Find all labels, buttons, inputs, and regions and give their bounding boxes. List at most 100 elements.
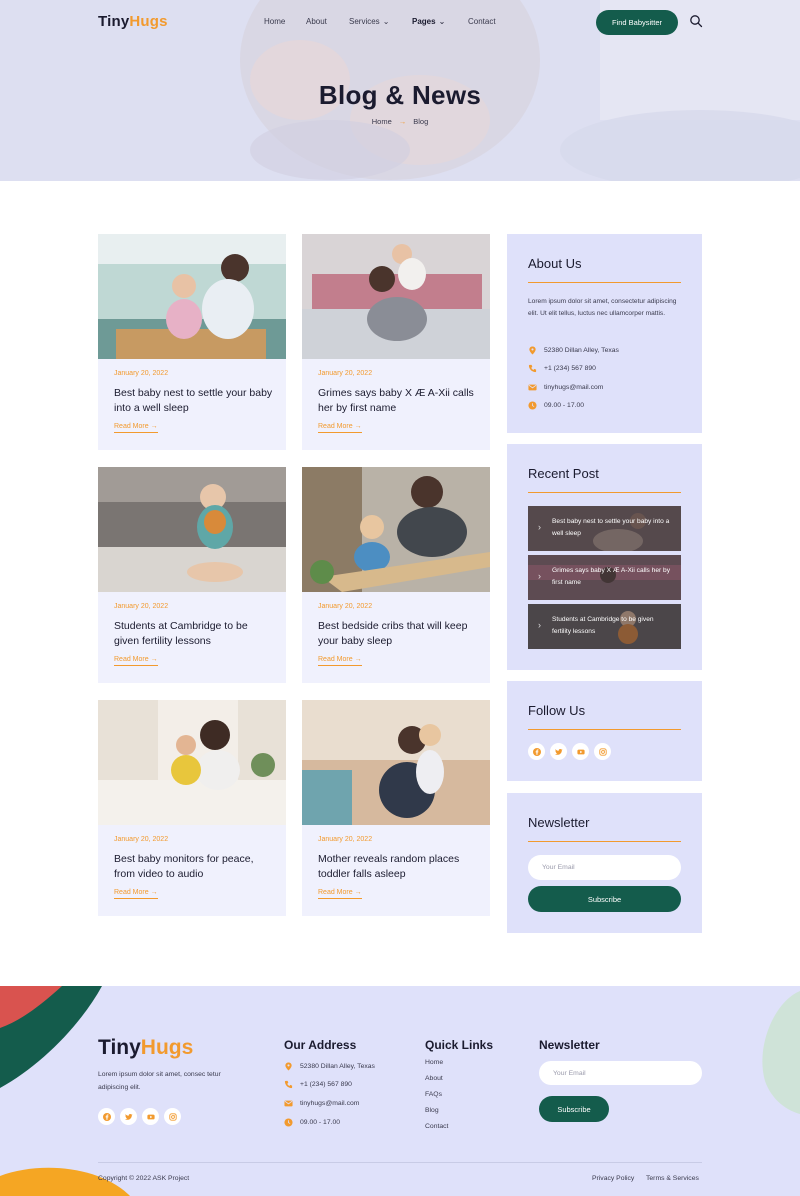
blog-card[interactable]: January 20, 2022 Mother reveals random p… bbox=[302, 700, 490, 916]
read-more-link[interactable]: Read More → bbox=[114, 423, 158, 433]
nav-item-home[interactable]: Home bbox=[264, 17, 285, 26]
address-text: 52380 Dillan Alley, Texas bbox=[544, 347, 619, 354]
nav-item-label: Contact bbox=[468, 17, 496, 26]
find-babysitter-button[interactable]: Find Babysitter bbox=[596, 10, 678, 35]
nav-item-label: Services bbox=[349, 17, 380, 26]
facebook-icon[interactable] bbox=[528, 743, 545, 760]
blog-card[interactable]: January 20, 2022 Best bedside cribs that… bbox=[302, 467, 490, 683]
read-more-link[interactable]: Read More → bbox=[318, 423, 362, 433]
newsletter-email-input[interactable] bbox=[528, 855, 681, 880]
footer-email-text: tinyhugs@mail.com bbox=[300, 1100, 360, 1107]
blog-card[interactable]: January 20, 2022 Best baby nest to settl… bbox=[98, 234, 286, 450]
read-more-link[interactable]: Read More → bbox=[318, 889, 362, 899]
twitter-icon[interactable] bbox=[550, 743, 567, 760]
footer-phone-row: +1 (234) 567 890 bbox=[284, 1080, 352, 1089]
recent-post-widget: Recent Post › Best baby nest to settle y… bbox=[507, 444, 702, 670]
post-title[interactable]: Best bedside cribs that will keep your b… bbox=[318, 619, 478, 649]
post-date: January 20, 2022 bbox=[318, 836, 373, 843]
twitter-icon[interactable] bbox=[120, 1108, 137, 1125]
instagram-icon[interactable] bbox=[164, 1108, 181, 1125]
recent-post-title: Best baby nest to settle your baby into … bbox=[552, 518, 670, 537]
post-date: January 20, 2022 bbox=[114, 836, 169, 843]
breadcrumb-home-link[interactable]: Home bbox=[372, 117, 392, 126]
nav-item-label: Home bbox=[264, 17, 286, 26]
phone-icon bbox=[284, 1080, 293, 1089]
address-row: 52380 Dillan Alley, Texas bbox=[528, 346, 619, 355]
recent-post-title: Grimes says baby X Æ A-Xii calls her by … bbox=[552, 567, 670, 586]
footer-address-text: 52380 Dillan Alley, Texas bbox=[300, 1063, 375, 1070]
widget-title: Newsletter bbox=[528, 815, 590, 830]
breadcrumb-arrow-icon: → bbox=[398, 117, 407, 126]
nav-item-services[interactable]: Services ⌄ bbox=[349, 17, 389, 26]
footer-quick-links-title: Quick Links bbox=[425, 1038, 494, 1052]
nav-item-about[interactable]: About bbox=[306, 17, 327, 26]
nav-item-contact[interactable]: Contact bbox=[468, 17, 496, 26]
footer-email-input[interactable] bbox=[539, 1061, 702, 1085]
phone-text: +1 (234) 567 890 bbox=[544, 365, 596, 372]
location-pin-icon bbox=[529, 346, 536, 355]
page-title: Blog & News bbox=[318, 80, 482, 110]
widget-divider bbox=[528, 282, 681, 283]
footer-logo-part1: Tiny bbox=[98, 1036, 141, 1059]
footer-link-faqs[interactable]: FAQs bbox=[425, 1091, 442, 1098]
brand-logo[interactable]: TinyHugs bbox=[98, 13, 168, 30]
privacy-policy-link[interactable]: Privacy Policy bbox=[592, 1175, 634, 1182]
footer-link-blog[interactable]: Blog bbox=[425, 1107, 439, 1114]
clock-icon bbox=[284, 1118, 293, 1127]
blog-card[interactable]: January 20, 2022 Students at Cambridge t… bbox=[98, 467, 286, 683]
recent-post-item[interactable]: › Students at Cambridge to be given fert… bbox=[528, 604, 681, 649]
blog-card-image bbox=[98, 700, 286, 825]
post-title[interactable]: Grimes says baby X Æ A-Xii calls her by … bbox=[318, 386, 478, 416]
blog-card-image bbox=[98, 234, 286, 359]
email-row: tinyhugs@mail.com bbox=[528, 383, 603, 392]
nav-item-pages[interactable]: Pages ⌄ bbox=[412, 17, 445, 26]
clock-icon bbox=[528, 401, 537, 410]
read-more-link[interactable]: Read More → bbox=[114, 656, 158, 666]
mail-icon bbox=[284, 1100, 293, 1107]
footer-link-home[interactable]: Home bbox=[425, 1059, 443, 1066]
footer-divider bbox=[98, 1162, 702, 1163]
copyright-text: Copyright © 2022 ASK Project bbox=[98, 1175, 190, 1182]
chevron-right-icon: › bbox=[538, 571, 541, 581]
footer-decoration-top-left bbox=[0, 986, 102, 1088]
about-widget: About Us Lorem ipsum dolor sit amet, con… bbox=[507, 234, 702, 433]
footer-newsletter-title: Newsletter bbox=[539, 1038, 600, 1052]
facebook-icon[interactable] bbox=[98, 1108, 115, 1125]
footer-link-contact[interactable]: Contact bbox=[425, 1123, 448, 1130]
top-navigation: TinyHugs Home About Services ⌄ Pages ⌄ Con… bbox=[0, 0, 800, 44]
post-date: January 20, 2022 bbox=[318, 370, 373, 377]
blog-card[interactable]: January 20, 2022 Grimes says baby X Æ A-… bbox=[302, 234, 490, 450]
phone-icon bbox=[528, 364, 537, 373]
footer-subscribe-button[interactable]: Subscribe bbox=[539, 1096, 609, 1122]
phone-row: +1 (234) 567 890 bbox=[528, 364, 596, 373]
hours-text: 09.00 - 17.00 bbox=[544, 402, 585, 409]
post-title[interactable]: Best baby nest to settle your baby into … bbox=[114, 386, 274, 416]
widget-title: About Us bbox=[528, 256, 582, 271]
recent-post-item[interactable]: › Best baby nest to settle your baby int… bbox=[528, 506, 681, 551]
recent-post-item[interactable]: › Grimes says baby X Æ A-Xii calls her b… bbox=[528, 555, 681, 600]
instagram-icon[interactable] bbox=[594, 743, 611, 760]
follow-widget: Follow Us bbox=[507, 681, 702, 781]
post-title[interactable]: Mother reveals random places toddler fal… bbox=[318, 852, 478, 882]
footer-brand-logo[interactable]: TinyHugs bbox=[98, 1036, 193, 1060]
read-more-link[interactable]: Read More → bbox=[114, 889, 158, 899]
youtube-icon[interactable] bbox=[572, 743, 589, 760]
footer-logo-part2: Hugs bbox=[140, 1036, 194, 1059]
hours-row: 09.00 - 17.00 bbox=[528, 401, 584, 410]
post-title[interactable]: Students at Cambridge to be given fertil… bbox=[114, 619, 274, 649]
brand-logo-part1: Tiny bbox=[98, 13, 130, 30]
footer-address-row: 52380 Dillan Alley, Texas bbox=[284, 1062, 375, 1071]
read-more-link[interactable]: Read More → bbox=[318, 656, 362, 666]
subscribe-button[interactable]: Subscribe bbox=[528, 886, 681, 912]
footer-link-about[interactable]: About bbox=[425, 1075, 443, 1082]
youtube-icon[interactable] bbox=[142, 1108, 159, 1125]
chevron-down-icon: ⌄ bbox=[382, 17, 390, 26]
widget-title: Follow Us bbox=[528, 703, 586, 718]
blog-card-image bbox=[302, 234, 490, 359]
footer-phone-text: +1 (234) 567 890 bbox=[300, 1081, 352, 1088]
terms-link[interactable]: Terms & Services bbox=[646, 1175, 699, 1182]
search-icon[interactable] bbox=[689, 14, 703, 28]
post-title[interactable]: Best baby monitors for peace, from video… bbox=[114, 852, 274, 882]
blog-card[interactable]: January 20, 2022 Best baby monitors for … bbox=[98, 700, 286, 916]
breadcrumb: Home → Blog bbox=[0, 117, 800, 126]
